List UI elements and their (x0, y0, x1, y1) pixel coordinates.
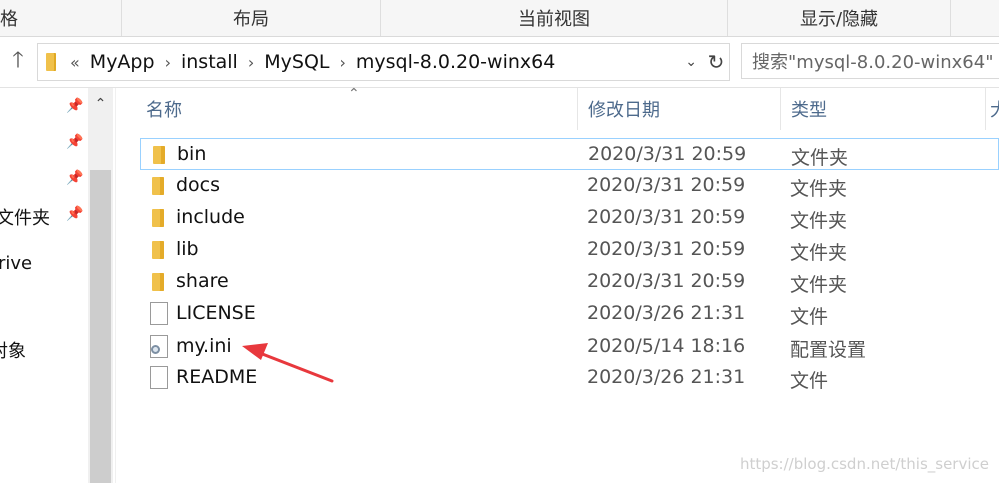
watermark: https://blog.csdn.net/this_service (739, 455, 989, 473)
annotation-arrow-icon (242, 343, 334, 383)
annotation-arrow-shaft (250, 348, 334, 383)
annotation-arrow-head (242, 343, 268, 360)
